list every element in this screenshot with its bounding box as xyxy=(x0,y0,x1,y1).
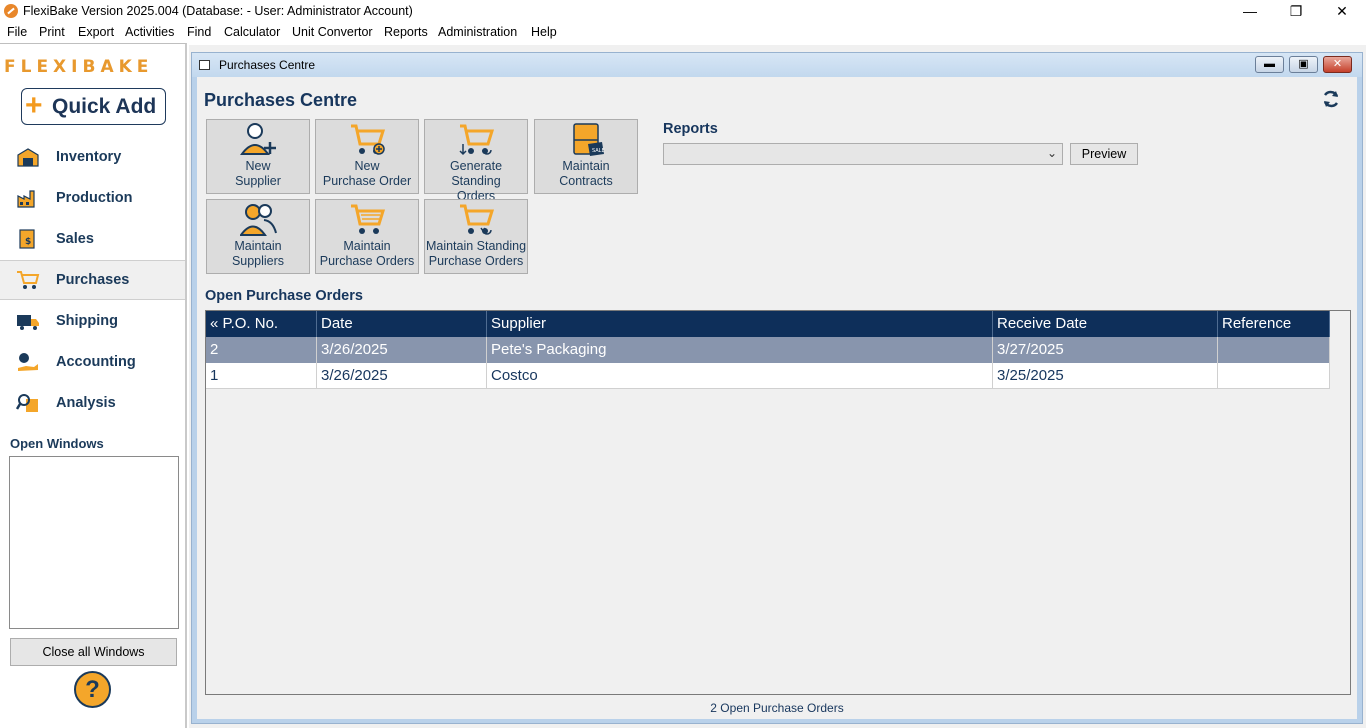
cart-icon xyxy=(17,271,40,289)
menu-find[interactable]: Find xyxy=(187,25,211,39)
svg-text:SALE: SALE xyxy=(592,148,605,154)
sidebar-item-production[interactable]: Production xyxy=(0,179,185,217)
child-close-button[interactable]: ✕ xyxy=(1323,56,1352,73)
menu-unit-convertor[interactable]: Unit Convertor xyxy=(292,25,373,39)
sidebar-item-sales[interactable]: $ Sales xyxy=(0,220,185,258)
window-title: FlexiBake Version 2025.004 (Database: - … xyxy=(23,4,413,18)
sidebar-item-accounting[interactable]: Accounting xyxy=(0,343,185,381)
maintain-standing-purchase-orders-button[interactable]: Maintain Standing Purchase Orders xyxy=(424,199,528,274)
status-count: 2 Open Purchase Orders xyxy=(710,701,844,715)
magnifier-chart-icon xyxy=(16,394,38,412)
grid-header-row: « P.O. No. Date Supplier Receive Date Re… xyxy=(206,311,1330,337)
sidebar-item-purchases[interactable]: Purchases xyxy=(0,260,185,300)
chevron-down-icon: ⌄ xyxy=(1046,146,1057,160)
menu-print[interactable]: Print xyxy=(39,25,65,39)
money-hand-icon xyxy=(18,353,38,371)
menu-activities[interactable]: Activities xyxy=(125,25,174,39)
new-purchase-order-button[interactable]: New Purchase Order xyxy=(315,119,419,194)
warehouse-icon xyxy=(17,148,39,167)
menu-help[interactable]: Help xyxy=(531,25,557,39)
menu-administration[interactable]: Administration xyxy=(438,25,517,39)
close-all-windows-button[interactable]: Close all Windows xyxy=(10,638,177,666)
page-title: Purchases Centre xyxy=(204,90,358,110)
truck-icon xyxy=(17,315,39,330)
menu-reports[interactable]: Reports xyxy=(384,25,428,39)
help-icon[interactable]: ? xyxy=(74,671,111,708)
app-title-bar: FlexiBake Version 2025.004 (Database: - … xyxy=(0,0,1366,22)
flexibake-app-icon xyxy=(4,4,18,18)
cart-add-icon xyxy=(351,124,386,155)
child-title-bar: Purchases Centre ▬ ▣ ✕ xyxy=(192,53,1362,77)
generate-standing-orders-button[interactable]: Generate Standing Orders xyxy=(424,119,528,203)
users-icon xyxy=(240,204,277,236)
cart-generate-icon xyxy=(459,124,495,156)
column-header-supplier[interactable]: Supplier xyxy=(487,311,993,337)
menu-file[interactable]: File xyxy=(7,25,27,39)
preview-button[interactable]: Preview xyxy=(1070,143,1138,165)
window-icon xyxy=(199,60,210,70)
receipt-icon: $ xyxy=(19,229,35,249)
purchases-centre-window: Purchases Centre ▬ ▣ ✕ Purchases Centre … xyxy=(191,52,1363,724)
contract-icon: SALE xyxy=(573,123,605,156)
column-header-reference[interactable]: Reference xyxy=(1218,311,1330,337)
menu-calculator[interactable]: Calculator xyxy=(224,25,280,39)
open-purchase-orders-grid[interactable]: « P.O. No. Date Supplier Receive Date Re… xyxy=(205,310,1351,695)
maintain-suppliers-button[interactable]: Maintain Suppliers xyxy=(206,199,310,274)
menu-bar: File Print Export Activities Find Calcul… xyxy=(0,22,1366,43)
new-supplier-button[interactable]: New Supplier xyxy=(206,119,310,194)
menu-export[interactable]: Export xyxy=(78,25,114,39)
sidebar-item-inventory[interactable]: Inventory xyxy=(0,138,185,176)
column-header-receive-date[interactable]: Receive Date xyxy=(993,311,1218,337)
sidebar-item-analysis[interactable]: Analysis xyxy=(0,384,185,422)
child-maximize-button[interactable]: ▣ xyxy=(1289,56,1318,73)
sidebar-item-shipping[interactable]: Shipping xyxy=(0,302,185,340)
maintain-purchase-orders-button[interactable]: Maintain Purchase Orders xyxy=(315,199,419,274)
refresh-icon[interactable] xyxy=(1321,89,1341,109)
child-minimize-button[interactable]: ▬ xyxy=(1255,56,1284,73)
maintain-contracts-button[interactable]: SALE Maintain Contracts xyxy=(534,119,638,194)
factory-icon xyxy=(17,190,35,208)
close-button[interactable]: ✕ xyxy=(1319,0,1365,22)
quick-add-button[interactable]: + Quick Add xyxy=(21,88,166,125)
table-row[interactable]: 2 3/26/2025 Pete's Packaging 3/27/2025 xyxy=(206,337,1330,363)
open-windows-list[interactable] xyxy=(9,456,179,629)
reports-dropdown[interactable]: ⌄ xyxy=(663,143,1063,165)
minimize-button[interactable]: — xyxy=(1227,0,1273,22)
column-header-date[interactable]: Date xyxy=(317,311,487,337)
cart-icon xyxy=(351,204,386,234)
restore-button[interactable]: ❐ xyxy=(1273,0,1319,22)
open-purchase-orders-label: Open Purchase Orders xyxy=(205,288,363,304)
flexibake-logo: FLEXIBAKE xyxy=(4,57,154,77)
add-user-icon xyxy=(240,123,276,155)
table-row[interactable]: 1 3/26/2025 Costco 3/25/2025 xyxy=(206,363,1330,389)
column-header-po-no[interactable]: « P.O. No. xyxy=(206,311,317,337)
cart-repeat-icon xyxy=(460,204,495,235)
svg-text:$: $ xyxy=(25,237,31,247)
purchases-centre-body: Purchases Centre New Supplier New Purchase… xyxy=(197,77,1357,719)
open-windows-label: Open Windows xyxy=(10,436,104,451)
reports-label: Reports xyxy=(663,121,718,137)
sidebar: FLEXIBAKE + Quick Add Inventory Producti… xyxy=(0,43,187,728)
plus-icon: + xyxy=(25,89,43,122)
